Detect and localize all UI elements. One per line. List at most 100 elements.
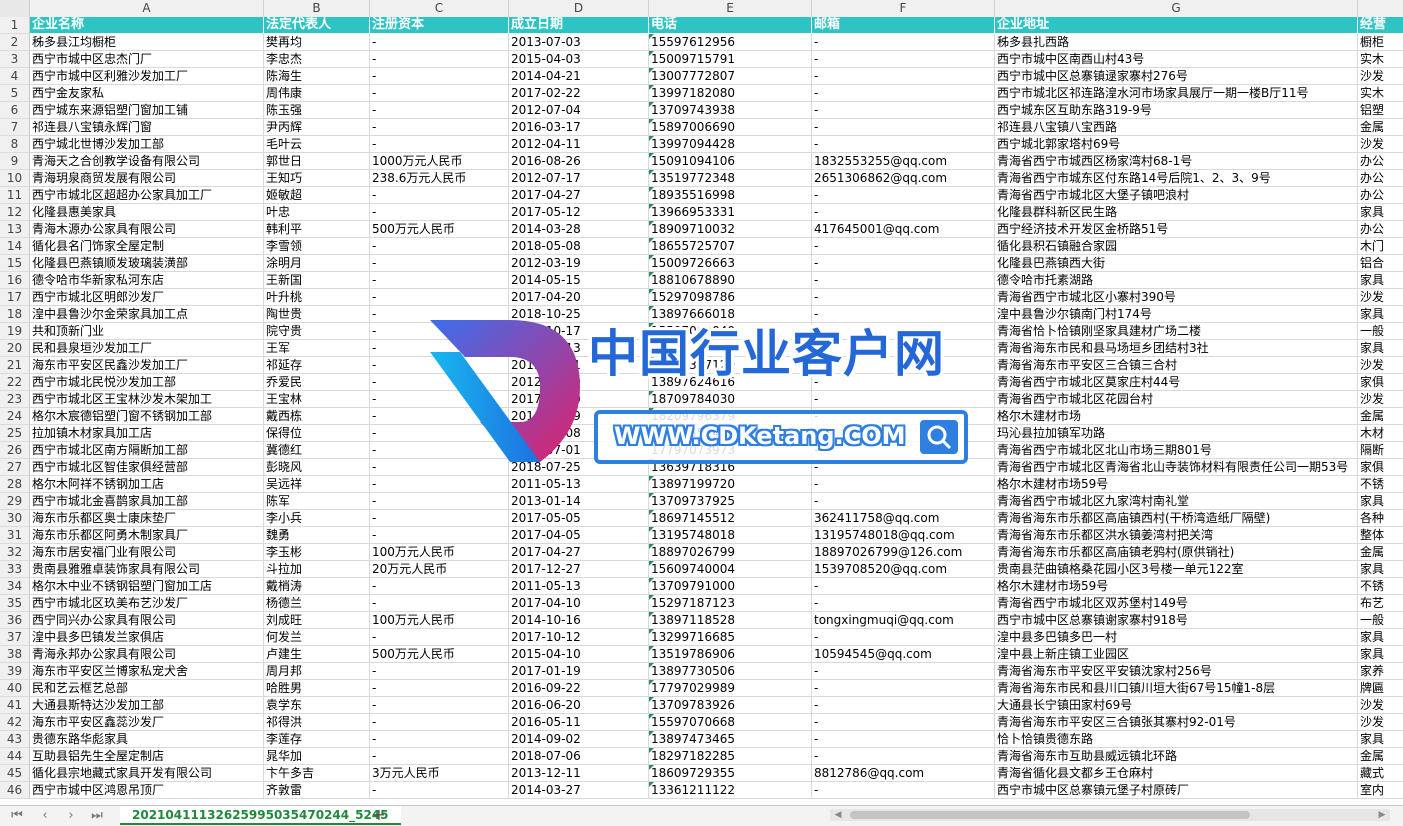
table-cell[interactable]: 13709783926 (649, 697, 812, 714)
table-cell[interactable]: 2015-04-10 (509, 646, 649, 663)
table-cell[interactable]: 格尔木阿祥不锈钢加工店 (30, 476, 264, 493)
table-cell[interactable]: 办公 (1358, 221, 1403, 238)
table-cell[interactable]: 铝塑 (1358, 102, 1403, 119)
table-cell[interactable]: 青海省西宁市城北区青海省北山寺装饰材料有限责任公司一期53号 (995, 459, 1358, 476)
table-cell[interactable]: 家具 (1358, 340, 1403, 357)
table-cell[interactable]: 2014-04-21 (509, 68, 649, 85)
table-cell[interactable]: 吴远祥 (264, 476, 370, 493)
table-cell[interactable]: 西宁市城北区超超办公家具加工厂 (30, 187, 264, 204)
table-cell[interactable]: - (812, 595, 995, 612)
table-cell[interactable]: 沙发 (1358, 697, 1403, 714)
row-number[interactable]: 32 (0, 544, 30, 561)
table-cell[interactable]: - (370, 595, 509, 612)
table-cell[interactable]: 循化县积石镇融合家园 (995, 238, 1358, 255)
table-cell[interactable]: 2018-07-06 (509, 748, 649, 765)
table-cell[interactable]: 彭晓风 (264, 459, 370, 476)
table-cell[interactable]: tongxingmuqi@qq.com (812, 612, 995, 629)
table-cell[interactable]: 18709784030 (649, 391, 812, 408)
table-cell[interactable]: 2012-06-19 (509, 374, 649, 391)
table-cell[interactable]: 2012-07-04 (509, 102, 649, 119)
header-cell[interactable]: 电话 (649, 17, 812, 34)
table-cell[interactable]: 祁连县八宝镇永辉门窗 (30, 119, 264, 136)
table-cell[interactable]: - (812, 493, 995, 510)
table-cell[interactable]: 化隆县巴燕镇顺发玻璃装潢部 (30, 255, 264, 272)
header-cell[interactable]: 注册资本 (370, 17, 509, 34)
row-number[interactable]: 4 (0, 68, 30, 85)
table-cell[interactable]: 金属 (1358, 544, 1403, 561)
table-cell[interactable]: 13897118528 (649, 612, 812, 629)
table-cell[interactable]: 晁华加 (264, 748, 370, 765)
row-number[interactable]: 27 (0, 459, 30, 476)
table-cell[interactable]: 木材 (1358, 425, 1403, 442)
table-cell[interactable]: 青海省海东市平安区平安镇沈家村256号 (995, 663, 1358, 680)
table-cell[interactable]: - (812, 357, 995, 374)
table-cell[interactable]: 青海省西宁市城北区双苏堡村149号 (995, 595, 1358, 612)
table-cell[interactable]: 2017-10-12 (509, 629, 649, 646)
row-number[interactable]: 12 (0, 204, 30, 221)
table-cell[interactable]: 青海玥泉商贸发展有限公司 (30, 170, 264, 187)
header-cell[interactable]: 法定代表人 (264, 17, 370, 34)
row-number[interactable]: 36 (0, 612, 30, 629)
table-cell[interactable]: 郭世日 (264, 153, 370, 170)
table-cell[interactable]: 2013-01-14 (509, 493, 649, 510)
table-cell[interactable]: 化隆县惠美家具 (30, 204, 264, 221)
table-cell[interactable]: 青海省循化县文都乡王仓麻村 (995, 765, 1358, 782)
row-number[interactable]: 7 (0, 119, 30, 136)
table-cell[interactable]: - (370, 748, 509, 765)
table-cell[interactable]: 500万元人民币 (370, 221, 509, 238)
table-cell[interactable]: 家具 (1358, 306, 1403, 323)
table-cell[interactable]: 2016-06-13 (509, 340, 649, 357)
header-cell[interactable]: 邮箱 (812, 17, 995, 34)
table-cell[interactable]: 牌匾 (1358, 680, 1403, 697)
table-cell[interactable]: 1832553255@qq.com (812, 153, 995, 170)
scroll-right-icon[interactable]: ▶ (1376, 809, 1388, 821)
table-cell[interactable]: - (812, 289, 995, 306)
table-cell[interactable]: 15091094106 (649, 153, 812, 170)
table-cell[interactable]: 西宁市城北区智佳家俱经营部 (30, 459, 264, 476)
table-cell[interactable]: 15009726663 (649, 255, 812, 272)
table-cell[interactable]: - (370, 289, 509, 306)
column-header[interactable]: F (812, 0, 995, 17)
table-cell[interactable]: 沙发 (1358, 391, 1403, 408)
table-cell[interactable]: - (812, 34, 995, 51)
table-cell[interactable]: 格尔木中业不锈钢铝塑门窗加工店 (30, 578, 264, 595)
table-cell[interactable]: 13897473465 (649, 731, 812, 748)
table-cell[interactable]: 格尔木建材市场 (995, 408, 1358, 425)
table-cell[interactable]: 齐敦雷 (264, 782, 370, 799)
table-cell[interactable]: 2014-03-27 (509, 782, 649, 799)
table-cell[interactable]: - (370, 136, 509, 153)
table-cell[interactable]: 青海永邦办公家具有限公司 (30, 646, 264, 663)
table-cell[interactable]: 西宁金友家私 (30, 85, 264, 102)
table-cell[interactable]: - (812, 119, 995, 136)
table-cell[interactable]: 2016-08-09 (509, 408, 649, 425)
table-cell[interactable]: 西宁市城北金喜鹊家具加工部 (30, 493, 264, 510)
table-cell[interactable]: 西宁市城中区总寨镇谢家寨村918号 (995, 612, 1358, 629)
last-sheet-icon[interactable]: ⏭ (88, 808, 106, 824)
prev-sheet-icon[interactable]: ‹ (36, 808, 54, 824)
sheet-tab[interactable]: 20210411132625995035470244_5245 (120, 806, 401, 825)
table-cell[interactable]: 室内 (1358, 782, 1403, 799)
table-cell[interactable]: 13997387120 (649, 357, 812, 374)
table-cell[interactable]: 18697145512 (649, 510, 812, 527)
table-cell[interactable]: 2014-03-28 (509, 221, 649, 238)
table-cell[interactable]: 藏式 (1358, 765, 1403, 782)
table-cell[interactable]: 18655725707 (649, 238, 812, 255)
table-cell[interactable]: 橱柜 (1358, 34, 1403, 51)
row-number[interactable]: 34 (0, 578, 30, 595)
table-cell[interactable]: - (370, 187, 509, 204)
table-cell[interactable]: 共和顶新门业 (30, 323, 264, 340)
table-cell[interactable]: - (370, 782, 509, 799)
table-cell[interactable]: 西宁城北郭家塔村69号 (995, 136, 1358, 153)
row-number[interactable]: 43 (0, 731, 30, 748)
first-sheet-icon[interactable]: ⏮ (8, 808, 26, 824)
table-cell[interactable]: 何发兰 (264, 629, 370, 646)
table-cell[interactable]: 海东市平安区民鑫沙发加工厂 (30, 357, 264, 374)
table-cell[interactable]: 13897730506 (649, 663, 812, 680)
table-cell[interactable]: 13195748018 (649, 527, 812, 544)
table-cell[interactable]: 青海省西宁市城北区小寨村390号 (995, 289, 1358, 306)
table-cell[interactable]: - (370, 408, 509, 425)
table-cell[interactable]: 海东市居安福门业有限公司 (30, 544, 264, 561)
table-cell[interactable]: 15597099040 (649, 323, 812, 340)
table-cell[interactable]: 陈军 (264, 493, 370, 510)
table-cell[interactable]: 家具 (1358, 646, 1403, 663)
